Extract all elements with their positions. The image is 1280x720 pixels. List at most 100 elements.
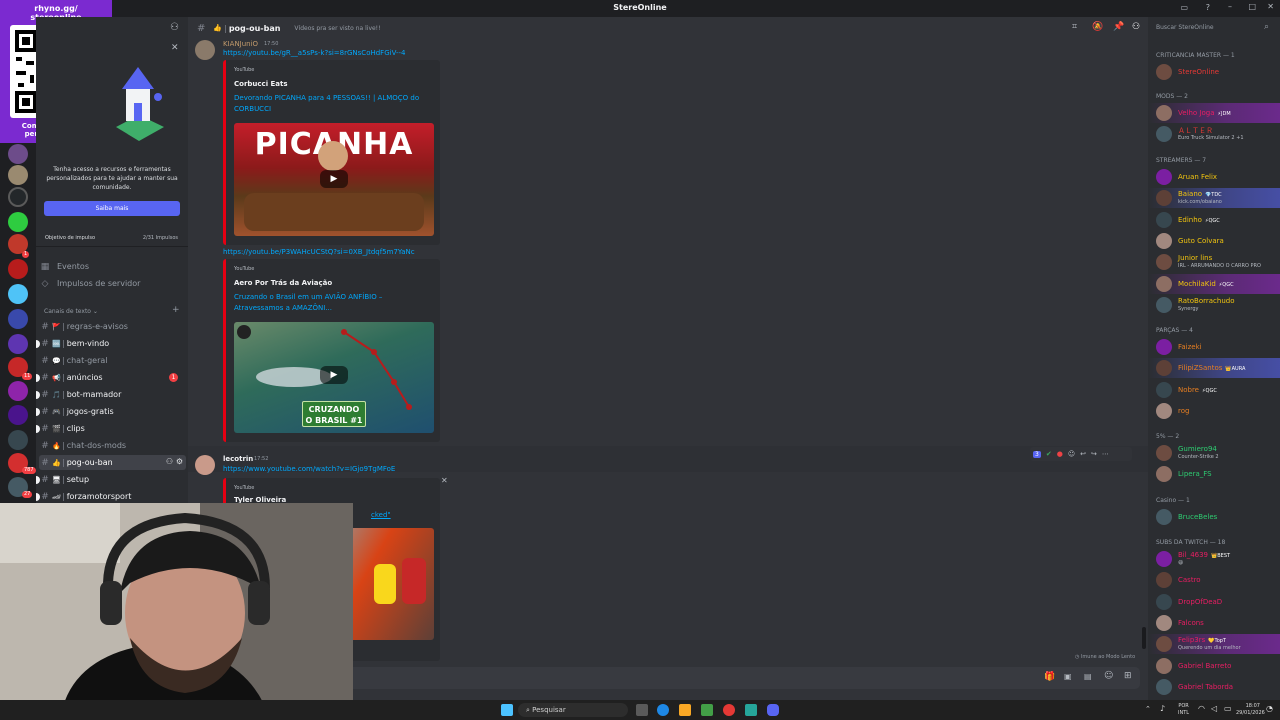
notifications-icon[interactable]: 🔕 bbox=[1092, 22, 1103, 32]
server-icon[interactable] bbox=[8, 212, 28, 232]
notification-bell-icon[interactable]: ◔ bbox=[1266, 704, 1273, 713]
embed-title[interactable]: cked" bbox=[371, 511, 391, 519]
gear-icon[interactable]: ⚙ bbox=[176, 457, 183, 466]
play-icon[interactable]: ▶ bbox=[320, 170, 348, 188]
member-item[interactable]: Gabriel Taborda bbox=[1148, 677, 1280, 697]
video-thumbnail[interactable]: CRUZANDO O BRASIL #1 ▶ bbox=[234, 322, 434, 433]
member-item[interactable]: FilipiZSantos 👑AURA bbox=[1148, 358, 1280, 379]
category-text-channels[interactable]: Canais de texto ⌄ bbox=[44, 308, 98, 315]
add-friend-icon[interactable]: ⚇ bbox=[170, 22, 179, 33]
search-input[interactable]: Buscar StereOnline bbox=[1156, 24, 1214, 31]
channel-jogos-gratis[interactable]: # 🎮 | jogos-gratis bbox=[36, 404, 186, 419]
member-item[interactable]: Junior lins IRL - ARRUMANDO O CARRO PRO bbox=[1148, 252, 1280, 272]
message-link[interactable]: https://youtu.be/gR__a5sPs-k?si=8rGNsCoH… bbox=[223, 49, 405, 57]
close-banner-icon[interactable]: ✕ bbox=[171, 43, 179, 53]
member-item[interactable]: rog bbox=[1148, 401, 1280, 421]
start-icon[interactable] bbox=[501, 704, 513, 716]
member-item[interactable]: Felip3rs 💛TopT Querendo um dia melhor bbox=[1148, 634, 1280, 655]
scrollbar[interactable] bbox=[1142, 627, 1146, 649]
member-item[interactable]: Edinho ⚡QGC bbox=[1148, 210, 1280, 230]
message-author[interactable]: lecotrin bbox=[223, 455, 253, 463]
taskbar-search[interactable]: ⌕ Pesquisar bbox=[518, 703, 628, 717]
clock[interactable]: 18:07 29/01/2026 bbox=[1236, 703, 1265, 717]
server-icon[interactable] bbox=[8, 144, 28, 164]
discord-icon[interactable] bbox=[767, 704, 779, 716]
emoji-icon[interactable]: ☺ bbox=[1104, 671, 1113, 681]
chrome-icon[interactable] bbox=[723, 704, 735, 716]
reply-icon[interactable]: ↩ bbox=[1080, 450, 1086, 458]
channel-anuncios[interactable]: # 📢 | anúncios 1 bbox=[36, 370, 186, 385]
boost-goal[interactable]: Objetivo de impulso 2/31 Impulsos bbox=[36, 229, 188, 247]
member-item[interactable]: Gabriel Barreto bbox=[1148, 656, 1280, 676]
member-item[interactable]: StereOnline bbox=[1148, 62, 1280, 82]
message-composer[interactable]: 🎁 ▣ ▤ ☺ ⊞ bbox=[348, 667, 1140, 689]
reaction-counter[interactable]: 3 bbox=[1033, 450, 1041, 458]
channel-chat-geral[interactable]: # 💬 | chat-geral bbox=[39, 353, 186, 368]
server-icon[interactable] bbox=[8, 259, 28, 279]
store-icon[interactable] bbox=[701, 704, 713, 716]
learn-more-button[interactable]: Saiba mais bbox=[44, 201, 180, 216]
channel-setup[interactable]: # 🖥 | setup bbox=[36, 472, 186, 487]
embed-author[interactable]: Corbucci Eats bbox=[234, 80, 288, 88]
member-item[interactable]: Aruan Felix bbox=[1148, 167, 1280, 187]
edge-icon[interactable] bbox=[657, 704, 669, 716]
events-link[interactable]: ▦ Eventos bbox=[39, 259, 186, 274]
channel-clips[interactable]: # 🎬 | clips bbox=[36, 421, 186, 436]
server-icon[interactable] bbox=[8, 187, 28, 207]
add-channel-icon[interactable]: + bbox=[172, 305, 180, 315]
member-item[interactable]: Velho Joga ⚡JDM bbox=[1148, 103, 1280, 123]
server-icon[interactable] bbox=[8, 165, 28, 185]
channel-pog-ou-ban[interactable]: # 👍 | pog-ou-ban ⚇ ⚙ bbox=[39, 455, 186, 470]
member-list-icon[interactable]: ⚇ bbox=[1132, 22, 1140, 32]
invite-icon[interactable]: ⚇ bbox=[166, 457, 173, 466]
server-icon[interactable] bbox=[8, 284, 28, 304]
avatar[interactable] bbox=[195, 455, 215, 475]
server-boosts-link[interactable]: ◇ Impulsos de servidor bbox=[39, 276, 186, 291]
add-reaction-icon[interactable]: ☺ bbox=[1068, 450, 1075, 458]
check-icon[interactable]: ✔ bbox=[1046, 450, 1052, 458]
member-item[interactable]: Baiano 💎TDC kick.com/obaiano bbox=[1148, 188, 1280, 209]
pin-icon[interactable]: 📌 bbox=[1113, 22, 1124, 32]
server-icon[interactable] bbox=[8, 334, 28, 354]
microphone-icon[interactable]: ♪ bbox=[1160, 704, 1165, 713]
gift-icon[interactable]: 🎁 bbox=[1044, 672, 1055, 682]
sticker-icon[interactable]: ▤ bbox=[1084, 672, 1092, 681]
member-item[interactable]: Falcons bbox=[1148, 613, 1280, 633]
channel-regras-e-avisos[interactable]: # 🚩 | regras-e-avisos bbox=[39, 319, 186, 334]
member-item[interactable]: Castro bbox=[1148, 570, 1280, 590]
more-icon[interactable]: ⋯ bbox=[1102, 450, 1109, 458]
chevron-up-icon[interactable]: ⌃ bbox=[1145, 705, 1151, 713]
channel-bem-vindo[interactable]: # 🆒 | bem-vindo bbox=[36, 336, 186, 351]
search-box[interactable]: Buscar StereOnline ⌕ bbox=[1148, 0, 1280, 32]
member-item[interactable]: BruceBeles bbox=[1148, 507, 1280, 527]
message-author[interactable]: KIANJuniO bbox=[223, 40, 258, 48]
server-icon[interactable] bbox=[8, 309, 28, 329]
gif-icon[interactable]: ▣ bbox=[1064, 672, 1072, 681]
app-icon[interactable] bbox=[745, 704, 757, 716]
server-icon[interactable] bbox=[8, 405, 28, 425]
forward-icon[interactable]: ↪ bbox=[1091, 450, 1097, 458]
member-item[interactable]: MochilaKid ⚡QGC bbox=[1148, 273, 1280, 294]
member-item[interactable]: Guto Colvara bbox=[1148, 231, 1280, 251]
volume-icon[interactable]: ◁ bbox=[1211, 704, 1217, 713]
play-icon[interactable]: ▶ bbox=[320, 366, 348, 384]
battery-icon[interactable]: ▭ bbox=[1224, 704, 1232, 713]
message-link[interactable]: https://www.youtube.com/watch?v=IGjo9TgM… bbox=[223, 465, 395, 473]
member-item[interactable]: ＡＬＴＥＲ Euro Truck Simulator 2 +1 bbox=[1148, 124, 1280, 144]
channel-bot-mamador[interactable]: # 🎵 | bot-mamador bbox=[36, 387, 186, 402]
server-icon[interactable] bbox=[8, 430, 28, 450]
member-item[interactable]: RatoBorrachudo Synergy bbox=[1148, 295, 1280, 315]
avatar[interactable] bbox=[195, 40, 215, 60]
video-thumbnail[interactable]: PICANHA ▶ bbox=[234, 123, 434, 236]
wifi-icon[interactable]: ◠ bbox=[1198, 704, 1205, 713]
remove-embed-icon[interactable]: ✕ bbox=[441, 476, 448, 485]
channel-forzamotorsport[interactable]: # 🏎 | forzamotorsport bbox=[36, 489, 186, 504]
embed-author[interactable]: Aero Por Trás da Aviação bbox=[234, 279, 332, 287]
threads-icon[interactable]: ⌗ bbox=[1072, 22, 1077, 32]
embed-title[interactable]: Devorando PICANHA para 4 PESSOAS!! | ALM… bbox=[234, 93, 429, 115]
member-item[interactable]: DropOfDeaD bbox=[1148, 592, 1280, 612]
member-item[interactable]: Lipera_FS bbox=[1148, 464, 1280, 484]
task-view-icon[interactable] bbox=[636, 704, 648, 716]
message-link[interactable]: https://youtu.be/P3WAHcUCStQ?si=0XB_Jtdq… bbox=[223, 248, 415, 256]
file-explorer-icon[interactable] bbox=[679, 704, 691, 716]
